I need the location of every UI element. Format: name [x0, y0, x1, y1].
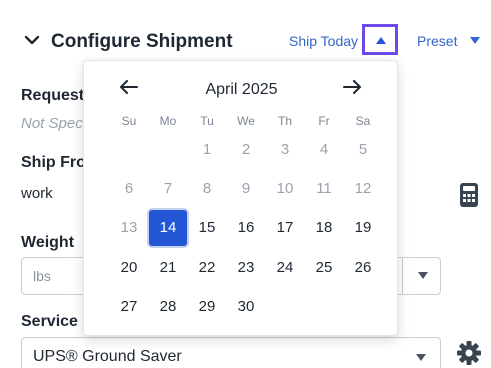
calendar-day[interactable]: 17 — [266, 210, 304, 246]
calendar-day: 6 — [124, 180, 134, 197]
caret-down-icon[interactable] — [418, 272, 428, 279]
calendar-day[interactable]: 27 — [110, 289, 148, 325]
calendar-day[interactable]: 22 — [188, 250, 226, 286]
ship-from-value[interactable]: work — [21, 185, 53, 202]
calendar-day[interactable]: 25 — [305, 250, 343, 286]
calendar-day: 7 — [163, 180, 173, 197]
weekday-label: Sa — [355, 114, 371, 128]
calendar-day: 10 — [276, 180, 294, 197]
preset-dropdown[interactable]: Preset — [417, 33, 457, 49]
date-picker-popup: April 2025 Su Mo Tu We Th Fr Sa 1 2 3 4 5 6 7 8 9 10 11 1… — [83, 60, 398, 336]
calendar-day: 13 — [120, 219, 138, 236]
calendar-day: 8 — [202, 180, 212, 197]
calendar-day: 12 — [354, 180, 372, 197]
arrow-right-icon[interactable] — [343, 80, 361, 94]
date-picker-toggle-button[interactable] — [362, 24, 398, 55]
chevron-down-icon[interactable] — [22, 30, 42, 50]
request-label: Request — [21, 87, 85, 104]
calendar-day: 1 — [202, 141, 212, 158]
calendar-day: 5 — [358, 141, 368, 158]
gear-icon[interactable] — [456, 340, 482, 366]
calendar-day[interactable]: 18 — [305, 210, 343, 246]
calendar-day[interactable]: 16 — [227, 210, 265, 246]
calendar-day: 9 — [241, 180, 251, 197]
weekday-label: Mo — [159, 114, 177, 128]
calendar-day[interactable]: 15 — [188, 210, 226, 246]
calendar-day[interactable]: 30 — [227, 289, 265, 325]
weight-divider — [402, 258, 403, 294]
weekday-label: We — [237, 114, 255, 128]
caret-down-icon[interactable] — [470, 37, 480, 44]
ship-today-link[interactable]: Ship Today — [289, 33, 358, 49]
weight-unit-placeholder: lbs — [33, 268, 51, 284]
calendar-day[interactable]: 23 — [227, 250, 265, 286]
caret-up-icon — [376, 37, 386, 44]
calendar-day-selected[interactable]: 14 — [149, 210, 187, 246]
request-value: Not Spec — [21, 115, 83, 132]
calendar-day: 3 — [280, 141, 290, 158]
calendar-day[interactable]: 26 — [344, 250, 382, 286]
calculator-icon[interactable] — [460, 183, 478, 207]
calendar-day[interactable]: 19 — [344, 210, 382, 246]
calendar-day[interactable]: 28 — [149, 289, 187, 325]
calendar-day[interactable]: 24 — [266, 250, 304, 286]
weight-label: Weight — [21, 234, 75, 251]
service-selected-value: UPS® Ground Saver — [33, 348, 182, 365]
ship-from-label: Ship Fro — [21, 154, 86, 171]
page-title: Configure Shipment — [51, 31, 233, 52]
calendar-day[interactable]: 20 — [110, 250, 148, 286]
calendar-day[interactable]: 29 — [188, 289, 226, 325]
weekday-label: Su — [121, 114, 137, 128]
calendar-day[interactable]: 21 — [149, 250, 187, 286]
calendar-day: 4 — [319, 141, 329, 158]
service-label: Service — [21, 313, 78, 330]
weekday-label: Fr — [318, 114, 330, 128]
weekday-label: Th — [277, 114, 292, 128]
service-select[interactable]: UPS® Ground Saver — [21, 337, 441, 368]
weekday-label: Tu — [200, 114, 214, 128]
calendar-day: 2 — [241, 141, 251, 158]
calendar-day: 11 — [316, 180, 332, 197]
caret-down-icon — [416, 354, 426, 361]
